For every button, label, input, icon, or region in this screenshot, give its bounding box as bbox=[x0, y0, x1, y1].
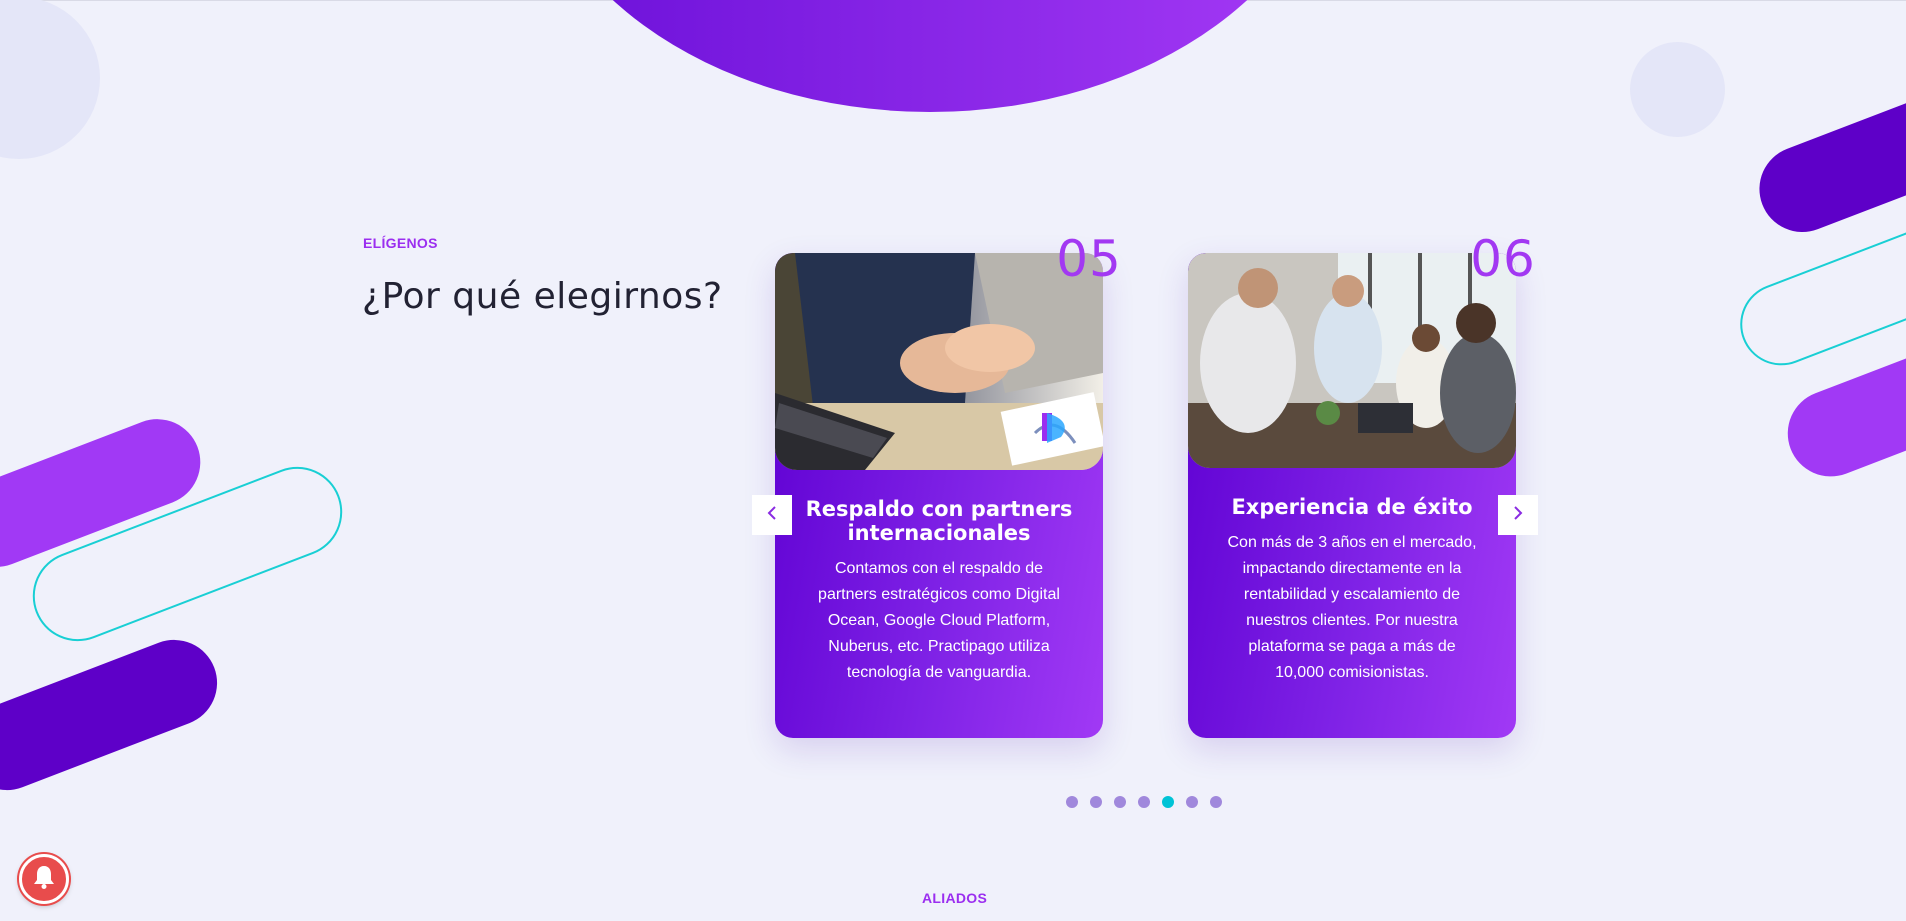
card-title: Experiencia de éxito bbox=[1231, 495, 1473, 519]
carousel-prev-button[interactable] bbox=[752, 495, 792, 535]
decorative-arc bbox=[525, 0, 1335, 112]
card-number: 06 bbox=[1470, 230, 1536, 288]
decorative-pill-right-top bbox=[1746, 85, 1906, 245]
card-text: Contamos con el respaldo de partners est… bbox=[818, 560, 1060, 681]
carousel-dot[interactable] bbox=[1090, 796, 1102, 808]
decorative-circle-right bbox=[1630, 42, 1725, 137]
carousel-dot[interactable] bbox=[1066, 796, 1078, 808]
carousel-dot[interactable] bbox=[1138, 796, 1150, 808]
chevron-right-icon bbox=[1512, 505, 1524, 526]
carousel-dot-active[interactable] bbox=[1162, 796, 1174, 808]
section-title: ¿Por qué elegirnos? bbox=[362, 276, 723, 317]
decorative-pill-left-bottom bbox=[0, 627, 230, 803]
carousel-dot[interactable] bbox=[1186, 796, 1198, 808]
chevron-left-icon bbox=[766, 505, 778, 526]
bell-icon bbox=[32, 864, 56, 895]
card-number: 05 bbox=[1056, 230, 1122, 288]
feature-card: Experiencia de éxito Con más de 3 años e… bbox=[1188, 253, 1516, 738]
carousel-dot[interactable] bbox=[1210, 796, 1222, 808]
section-eyebrow: ELÍGENOS bbox=[363, 235, 438, 251]
notification-bell-button[interactable] bbox=[19, 854, 69, 904]
decorative-circle-left bbox=[0, 0, 100, 159]
card-text: Con más de 3 años en el mercado, impacta… bbox=[1227, 534, 1477, 681]
next-section-label: ALIADOS bbox=[922, 890, 988, 906]
card-title: Respaldo con partners internacionales bbox=[805, 497, 1073, 545]
carousel-pagination bbox=[1066, 796, 1222, 808]
decorative-pill-right-outline bbox=[1728, 214, 1906, 378]
carousel-next-button[interactable] bbox=[1498, 495, 1538, 535]
carousel-dot[interactable] bbox=[1114, 796, 1126, 808]
feature-card: Respaldo con partners internacionales Co… bbox=[775, 253, 1103, 738]
